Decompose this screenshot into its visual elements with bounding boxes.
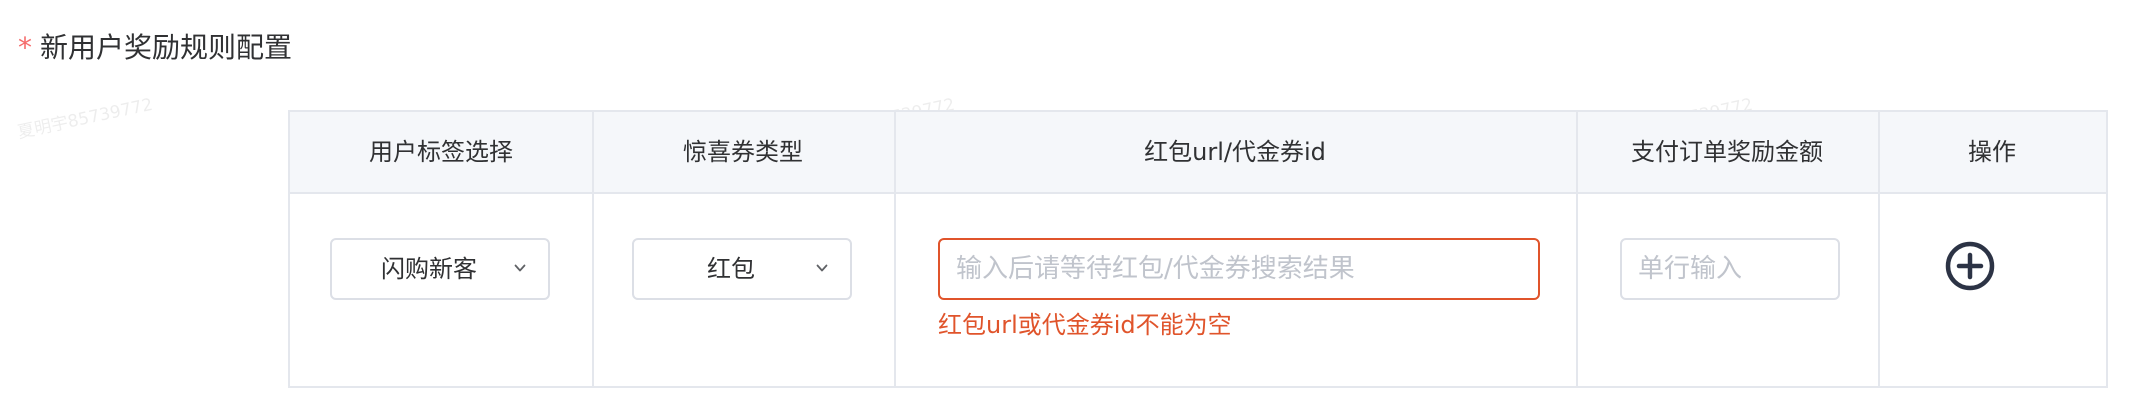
reward-rule-config-page: *新用户奖励规则配置 夏明宇85739772 夏明宇85739772 夏明宇85…: [0, 0, 2144, 412]
user-tag-select-value: 闪购新客: [381, 255, 477, 283]
column-divider: [592, 112, 594, 386]
column-header-amount: 支付订单奖励金额: [1631, 138, 1823, 166]
table-header-row: 用户标签选择 惊喜券类型 红包url/代金券id 支付订单奖励金额 操作: [290, 112, 2106, 194]
section-title: * 新用户奖励规则配置: [18, 28, 292, 68]
watermark: 夏明宇85739772: [15, 94, 155, 144]
column-header-user-tag: 用户标签选择: [369, 138, 513, 166]
reward-amount-input[interactable]: [1620, 238, 1840, 300]
column-header-url-id: 红包url/代金券id: [1144, 138, 1326, 166]
coupon-url-error-message: 红包url或代金券id不能为空: [938, 311, 1232, 339]
column-divider: [1878, 112, 1880, 386]
column-header-actions: 操作: [1968, 138, 2016, 166]
column-divider: [894, 112, 896, 386]
required-asterisk: *: [18, 31, 32, 64]
column-divider: [1576, 112, 1578, 386]
chevron-down-icon: [514, 264, 526, 272]
chevron-down-icon: [816, 264, 828, 272]
coupon-type-select-value: 红包: [707, 255, 755, 283]
user-tag-select[interactable]: 闪购新客: [330, 238, 550, 300]
column-header-coupon-type: 惊喜券类型: [683, 138, 803, 166]
coupon-type-select[interactable]: 红包: [632, 238, 852, 300]
coupon-url-input[interactable]: [938, 238, 1540, 300]
section-title-text: 新用户奖励规则配置: [40, 31, 293, 64]
reward-rules-table: 用户标签选择 惊喜券类型 红包url/代金券id 支付订单奖励金额 操作 闪购新…: [288, 110, 2108, 388]
plus-circle-icon[interactable]: [1944, 240, 1996, 292]
